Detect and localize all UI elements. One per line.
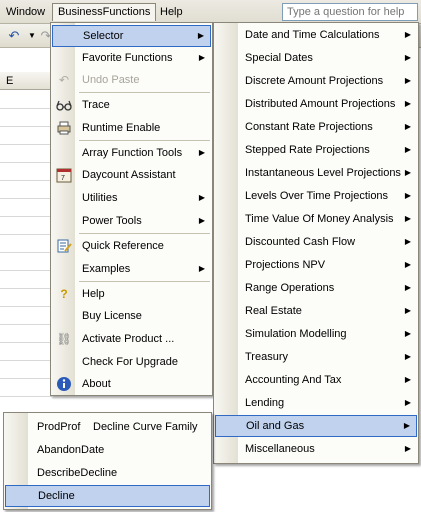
menu-item-check-for-upgrade[interactable]: Check For Upgrade xyxy=(52,351,211,373)
menu-item-selector[interactable]: Selector ▶ xyxy=(52,25,211,47)
submenu-arrow-icon: ▶ xyxy=(404,398,411,407)
calendar-icon: 7 xyxy=(56,167,72,183)
submenu-arrow-icon: ▶ xyxy=(404,237,411,246)
column-header-e[interactable]: E xyxy=(0,72,52,90)
menu-item-help[interactable]: ? Help xyxy=(52,283,211,305)
submenu-arrow-icon: ▶ xyxy=(404,191,411,200)
menu-item-examples[interactable]: Examples ▶ xyxy=(52,258,211,280)
menu-item-quick-reference[interactable]: Quick Reference xyxy=(52,235,211,257)
submenu-arrow-icon: ▶ xyxy=(404,352,411,361)
link-icon: ⛓ xyxy=(56,332,72,346)
menu-item-date-time[interactable]: Date and Time Calculations ▶ xyxy=(215,24,417,46)
menu-item-daycount-assistant[interactable]: 7 Daycount Assistant xyxy=(52,164,211,186)
submenu-arrow-icon: ▶ xyxy=(198,148,205,157)
menu-item-treasury[interactable]: Treasury ▶ xyxy=(215,346,417,368)
function-family-label: Decline Curve Family xyxy=(93,421,198,433)
submenu-arrow-icon: ▶ xyxy=(198,193,205,202)
svg-text:7: 7 xyxy=(61,175,65,182)
businessfunctions-menu: Selector ▶ Favorite Functions ▶ ↶ Undo Pas… xyxy=(50,22,213,396)
submenu-arrow-icon: ▶ xyxy=(404,168,411,177)
submenu-arrow-icon: ▶ xyxy=(404,214,411,223)
menu-window[interactable]: Window xyxy=(1,3,50,21)
menu-item-utilities[interactable]: Utilities ▶ xyxy=(52,187,211,209)
menu-item-power-tools[interactable]: Power Tools ▶ xyxy=(52,210,211,232)
submenu-arrow-icon: ▶ xyxy=(404,99,411,108)
submenu-arrow-icon: ▶ xyxy=(404,145,411,154)
ask-question-input[interactable] xyxy=(282,3,418,21)
submenu-arrow-icon: ▶ xyxy=(198,53,205,62)
menu-item-prodprof[interactable]: ProdProf Decline Curve Family xyxy=(5,416,210,438)
menu-item-undo-paste: ↶ Undo Paste xyxy=(52,69,211,91)
menu-item-oil-and-gas[interactable]: Oil and Gas ▶ xyxy=(215,415,417,437)
undo-icon[interactable]: ↶ xyxy=(6,28,22,44)
menu-item-discrete-amount[interactable]: Discrete Amount Projections ▶ xyxy=(215,70,417,92)
menu-item-favorite-functions[interactable]: Favorite Functions ▶ xyxy=(52,47,211,69)
menu-item-decline[interactable]: Decline xyxy=(5,485,210,507)
menu-item-abandondate[interactable]: AbandonDate xyxy=(5,439,210,461)
notepad-icon xyxy=(56,238,72,254)
sheet-grid[interactable] xyxy=(0,90,52,410)
menu-item-lending[interactable]: Lending ▶ xyxy=(215,392,417,414)
menu-item-tvm-analysis[interactable]: Time Value Of Money Analysis ▶ xyxy=(215,208,417,230)
menu-item-buy-license[interactable]: Buy License xyxy=(52,305,211,327)
submenu-arrow-icon: ▶ xyxy=(404,329,411,338)
menu-item-array-function-tools[interactable]: Array Function Tools ▶ xyxy=(52,142,211,164)
menu-item-levels-over-time[interactable]: Levels Over Time Projections ▶ xyxy=(215,185,417,207)
submenu-arrow-icon: ▶ xyxy=(404,76,411,85)
selector-submenu: Date and Time Calculations ▶ Special Date… xyxy=(213,22,419,464)
submenu-arrow-icon: ▶ xyxy=(198,264,205,273)
menu-item-projections-npv[interactable]: Projections NPV ▶ xyxy=(215,254,417,276)
menu-item-range-operations[interactable]: Range Operations ▶ xyxy=(215,277,417,299)
menu-item-about[interactable]: About xyxy=(52,373,211,395)
menu-help[interactable]: Help xyxy=(155,3,188,21)
submenu-arrow-icon: ▶ xyxy=(404,306,411,315)
menu-item-miscellaneous[interactable]: Miscellaneous ▶ xyxy=(215,438,417,460)
menu-item-stepped-rate[interactable]: Stepped Rate Projections ▶ xyxy=(215,139,417,161)
menu-item-activate-product[interactable]: ⛓ Activate Product ... xyxy=(52,328,211,350)
menu-bar: Window BusinessFunctions Help xyxy=(0,0,421,24)
menu-item-accounting-tax[interactable]: Accounting And Tax ▶ xyxy=(215,369,417,391)
undo-icon: ↶ xyxy=(58,73,70,87)
submenu-arrow-icon: ▶ xyxy=(404,30,411,39)
menu-item-distributed-amount[interactable]: Distributed Amount Projections ▶ xyxy=(215,93,417,115)
submenu-arrow-icon: ▶ xyxy=(404,444,411,453)
submenu-arrow-icon: ▶ xyxy=(404,53,411,62)
menu-item-special-dates[interactable]: Special Dates ▶ xyxy=(215,47,417,69)
submenu-arrow-icon: ▶ xyxy=(404,375,411,384)
menu-businessfunctions[interactable]: BusinessFunctions xyxy=(52,3,157,21)
submenu-arrow-icon: ▶ xyxy=(404,260,411,269)
printer-icon xyxy=(56,120,72,136)
submenu-arrow-icon: ▶ xyxy=(197,31,204,40)
submenu-arrow-icon: ▶ xyxy=(198,216,205,225)
menu-item-instantaneous-level[interactable]: Instantaneous Level Projections ▶ xyxy=(215,162,417,184)
menu-item-runtime-enable[interactable]: Runtime Enable xyxy=(52,117,211,139)
menu-item-simulation-modelling[interactable]: Simulation Modelling ▶ xyxy=(215,323,417,345)
menu-item-discounted-cash-flow[interactable]: Discounted Cash Flow ▶ xyxy=(215,231,417,253)
submenu-arrow-icon: ▶ xyxy=(403,421,410,430)
oil-gas-submenu: ProdProf Decline Curve Family AbandonDat… xyxy=(3,412,212,510)
menu-item-describedecline[interactable]: DescribeDecline xyxy=(5,462,210,484)
menu-item-constant-rate[interactable]: Constant Rate Projections ▶ xyxy=(215,116,417,138)
menu-item-trace[interactable]: Trace xyxy=(52,94,211,116)
menu-item-real-estate[interactable]: Real Estate ▶ xyxy=(215,300,417,322)
glasses-icon xyxy=(56,97,72,113)
submenu-arrow-icon: ▶ xyxy=(404,283,411,292)
help-bulb-icon: ? xyxy=(60,287,68,301)
info-icon xyxy=(56,376,72,392)
submenu-arrow-icon: ▶ xyxy=(404,122,411,131)
